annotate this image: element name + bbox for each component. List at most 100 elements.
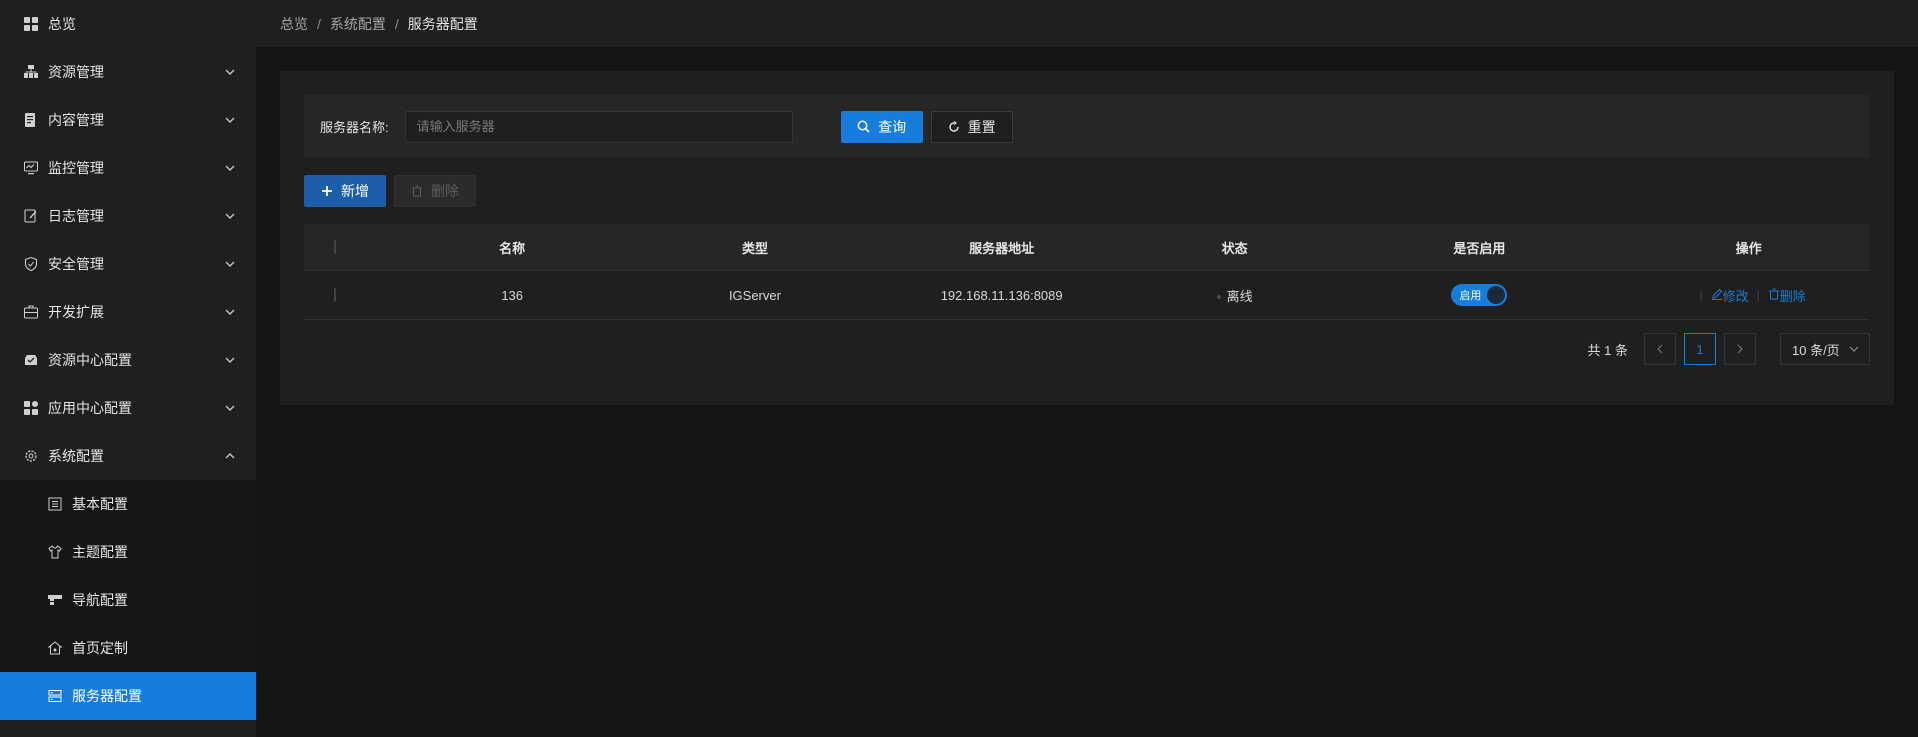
sidebar-item-system-config[interactable]: 系统配置 xyxy=(0,432,256,480)
toggle-label: 启用 xyxy=(1459,290,1482,302)
row-delete-label: 删除 xyxy=(1779,288,1806,304)
trash-icon xyxy=(1768,288,1780,303)
breadcrumb: 总览 / 系统配置 / 服务器配置 xyxy=(256,0,1918,47)
sidebar-item-resource[interactable]: 资源管理 xyxy=(0,48,256,96)
add-button[interactable]: 新增 xyxy=(304,175,386,207)
breadcrumb-item-server-config: 服务器配置 xyxy=(407,15,478,32)
shield-icon xyxy=(24,257,38,271)
sidebar-item-label: 开发扩展 xyxy=(48,304,104,320)
main-card: 服务器名称: 查询 重置 新增 删除 名称 xyxy=(280,71,1894,405)
toolbox-icon xyxy=(24,305,38,319)
sidebar: 总览 资源管理 内容管理 监控管理 日志管理 安全管理 开发扩展 资源中心配置 … xyxy=(0,0,256,737)
toggle-knob xyxy=(1487,286,1506,304)
select-all-cell xyxy=(304,240,336,254)
divider: | xyxy=(1756,288,1760,302)
column-header-status: 状态 xyxy=(1221,240,1248,256)
sidebar-item-label: 首页定制 xyxy=(72,640,128,656)
edit-label: 修改 xyxy=(1722,288,1749,304)
sidebar-item-label: 主题配置 xyxy=(72,544,128,560)
sidebar-item-server-config[interactable]: 服务器配置 xyxy=(0,672,256,720)
sidebar-item-label: 基本配置 xyxy=(72,496,128,512)
column-header-address: 服务器地址 xyxy=(969,240,1035,256)
edit-link[interactable]: 修改 xyxy=(1711,286,1749,305)
chevron-down-icon xyxy=(224,258,236,270)
navigation-icon xyxy=(48,593,62,607)
sidebar-item-security[interactable]: 安全管理 xyxy=(0,240,256,288)
cell-type: IGServer xyxy=(728,287,781,303)
home-icon xyxy=(48,641,62,655)
pagination: 共 1 条 1 10 条/页 xyxy=(1588,333,1870,365)
sidebar-item-app-center[interactable]: 应用中心配置 xyxy=(0,384,256,432)
sidebar-item-overview[interactable]: 总览 xyxy=(0,0,256,48)
search-icon xyxy=(857,120,870,133)
system-config-submenu: 基本配置 主题配置 导航配置 首页定制 服务器配置 xyxy=(0,480,256,720)
reload-icon xyxy=(948,120,960,133)
page-size-select[interactable]: 10 条/页 xyxy=(1780,333,1870,365)
sidebar-item-label: 导航配置 xyxy=(72,592,128,608)
cell-name: 136 xyxy=(501,287,524,303)
column-header-enabled: 是否启用 xyxy=(1453,240,1506,256)
cell-status: 离线 xyxy=(1138,286,1332,305)
chevron-down-icon xyxy=(224,114,236,126)
sidebar-item-label: 系统配置 xyxy=(48,448,104,464)
prev-page-button[interactable] xyxy=(1644,333,1676,365)
resource-center-icon xyxy=(24,353,38,367)
sidebar-item-dev-extension[interactable]: 开发扩展 xyxy=(0,288,256,336)
shirt-icon xyxy=(48,545,62,559)
sidebar-item-label: 日志管理 xyxy=(48,208,104,224)
search-label: 服务器名称: xyxy=(320,120,389,135)
column-header-operations: 操作 xyxy=(1735,240,1762,256)
reset-button-label: 重置 xyxy=(967,118,996,135)
sidebar-item-nav-config[interactable]: 导航配置 xyxy=(0,576,256,624)
table-row: 136 IGServer 192.168.11.136:8089 离线 启用 |… xyxy=(304,271,1870,320)
breadcrumb-item-overview[interactable]: 总览 xyxy=(280,14,308,34)
sidebar-item-label: 服务器配置 xyxy=(72,688,142,704)
sidebar-item-basic-config[interactable]: 基本配置 xyxy=(0,480,256,528)
page-number-button[interactable]: 1 xyxy=(1684,333,1716,365)
query-button[interactable]: 查询 xyxy=(840,110,923,143)
sidebar-item-label: 资源管理 xyxy=(48,64,104,80)
chevron-up-icon xyxy=(224,450,236,462)
reset-button[interactable]: 重置 xyxy=(930,110,1013,143)
column-header-type: 类型 xyxy=(741,240,768,256)
row-delete-link[interactable]: 删除 xyxy=(1768,286,1806,305)
page-size-label: 10 条/页 xyxy=(1792,342,1840,358)
sidebar-item-content[interactable]: 内容管理 xyxy=(0,96,256,144)
query-button-label: 查询 xyxy=(878,118,907,135)
cell-address: 192.168.11.136:8089 xyxy=(940,287,1063,303)
server-name-input[interactable] xyxy=(404,110,793,143)
row-checkbox[interactable] xyxy=(334,288,336,302)
pagination-total: 共 1 条 xyxy=(1587,342,1628,358)
chevron-down-icon xyxy=(1849,342,1859,357)
server-icon xyxy=(48,689,62,703)
server-table: 名称 类型 服务器地址 状态 是否启用 操作 136 IGServer 192.… xyxy=(304,224,1870,320)
chevron-down-icon xyxy=(224,402,236,414)
sidebar-item-theme-config[interactable]: 主题配置 xyxy=(0,528,256,576)
sidebar-item-label: 内容管理 xyxy=(48,112,104,128)
chevron-down-icon xyxy=(224,162,236,174)
cell-enabled: 启用 xyxy=(1332,284,1628,306)
sidebar-item-log[interactable]: 日志管理 xyxy=(0,192,256,240)
breadcrumb-separator: / xyxy=(394,15,399,32)
next-page-button[interactable] xyxy=(1724,333,1756,365)
sidebar-item-monitor[interactable]: 监控管理 xyxy=(0,144,256,192)
plus-icon xyxy=(321,185,333,197)
apps-icon xyxy=(24,401,38,415)
cell-operations: | 修改 | 删除 xyxy=(1627,286,1870,305)
status-dot xyxy=(1216,295,1221,300)
delete-button[interactable]: 删除 xyxy=(394,175,476,207)
sidebar-item-home-custom[interactable]: 首页定制 xyxy=(0,624,256,672)
enabled-toggle[interactable]: 启用 xyxy=(1451,284,1508,306)
status-text: 离线 xyxy=(1226,288,1253,304)
sidebar-item-resource-center[interactable]: 资源中心配置 xyxy=(0,336,256,384)
sidebar-item-label: 监控管理 xyxy=(48,160,104,176)
basic-config-icon xyxy=(48,497,62,511)
delete-button-label: 删除 xyxy=(431,183,459,199)
select-all-checkbox[interactable] xyxy=(334,240,336,254)
content-icon xyxy=(24,113,38,127)
breadcrumb-item-system-config[interactable]: 系统配置 xyxy=(330,14,386,34)
breadcrumb-separator: / xyxy=(317,15,321,32)
chevron-down-icon xyxy=(224,354,236,366)
sidebar-item-label: 安全管理 xyxy=(48,256,104,272)
edit-icon xyxy=(1711,288,1723,303)
